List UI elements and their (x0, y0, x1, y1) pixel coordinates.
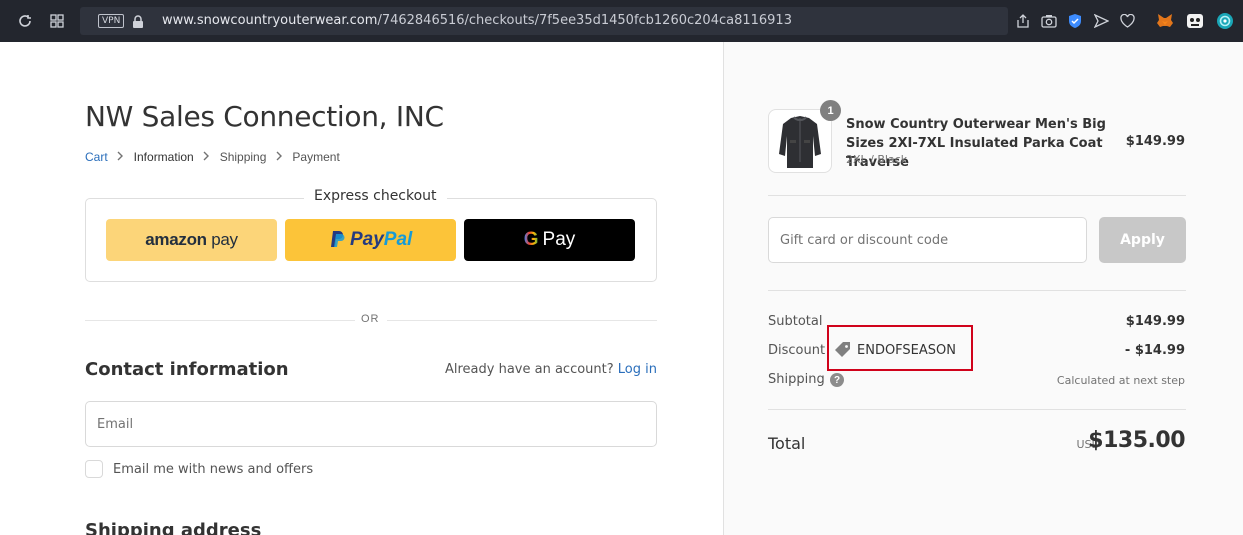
summary-divider (768, 290, 1186, 291)
quantity-badge: 1 (820, 100, 841, 121)
amazon-pay-logo: amazon pay (145, 230, 238, 249)
express-checkout-title: Express checkout (304, 188, 447, 204)
subtotal-label: Subtotal (768, 314, 823, 329)
discount-value: - $14.99 (1124, 343, 1185, 358)
paypal-icon (330, 231, 345, 247)
newsletter-label: Email me with news and offers (113, 461, 314, 477)
google-pay-button[interactable]: G Pay (464, 219, 635, 261)
discount-highlight-box (827, 325, 973, 371)
summary-divider (768, 195, 1186, 196)
apply-button[interactable]: Apply (1099, 217, 1186, 263)
reload-icon[interactable] (15, 11, 35, 31)
parka-image (779, 116, 821, 168)
or-divider: OR (85, 312, 657, 328)
url-text[interactable]: www.snowcountryouterwear.com/7462846516/… (162, 13, 792, 28)
total-amount: $135.00 (1088, 428, 1185, 453)
order-summary: 1 Snow Country Outerwear Men's Big Sizes… (723, 42, 1243, 535)
login-link[interactable]: Log in (618, 362, 657, 377)
subtotal-value: $149.99 (1125, 314, 1185, 329)
help-icon[interactable]: ? (830, 373, 844, 387)
vpn-badge[interactable]: VPN (98, 14, 125, 28)
express-checkout: Express checkout amazon pay PayPal G Pay (85, 188, 657, 282)
checkout-main: NW Sales Connection, INC Cart Informatio… (0, 42, 723, 535)
extension-icon[interactable] (1185, 11, 1205, 31)
camera-icon[interactable] (1039, 11, 1059, 31)
breadcrumb-payment: Payment (292, 150, 340, 164)
newsletter-option[interactable]: Email me with news and offers (85, 460, 313, 478)
tabs-grid-icon[interactable] (47, 11, 67, 31)
globe-extension-icon[interactable] (1215, 11, 1235, 31)
share-icon[interactable] (1013, 11, 1033, 31)
email-field[interactable] (85, 401, 657, 447)
heart-icon[interactable] (1117, 11, 1137, 31)
chevron-right-icon (108, 150, 134, 164)
amazon-pay-button[interactable]: amazon pay (106, 219, 277, 261)
chevron-right-icon (266, 150, 292, 164)
shipping-address-title: Shipping address (85, 520, 262, 535)
paypal-logo: PayPal (329, 229, 412, 251)
discount-code-input[interactable] (768, 217, 1087, 263)
contact-information-title: Contact information (85, 359, 289, 380)
google-pay-logo: G Pay (523, 229, 576, 250)
total-label: Total (768, 434, 806, 453)
product-variant: 2XL / Black (846, 153, 908, 166)
summary-divider (768, 409, 1186, 410)
lock-icon (128, 12, 148, 32)
account-prompt: Already have an account? Log in (444, 362, 657, 377)
breadcrumb: Cart Information Shipping Payment (85, 150, 340, 164)
breadcrumb-cart[interactable]: Cart (85, 150, 108, 164)
shipping-value: Calculated at next step (1056, 374, 1185, 387)
store-name[interactable]: NW Sales Connection, INC (85, 100, 444, 133)
newsletter-checkbox[interactable] (85, 460, 103, 478)
metamask-extension-icon[interactable] (1155, 11, 1175, 31)
product-price: $149.99 (1125, 134, 1185, 149)
browser-toolbar: VPN www.snowcountryouterwear.com/7462846… (0, 0, 1243, 42)
discount-label: Discount (768, 343, 826, 358)
paypal-button[interactable]: PayPal (285, 219, 456, 261)
product-thumbnail (768, 109, 832, 173)
send-icon[interactable] (1091, 11, 1111, 31)
breadcrumb-information: Information (133, 150, 194, 164)
shield-icon[interactable] (1065, 11, 1085, 31)
chevron-right-icon (194, 150, 220, 164)
breadcrumb-shipping: Shipping (219, 150, 267, 164)
shipping-label: Shipping (768, 372, 825, 387)
